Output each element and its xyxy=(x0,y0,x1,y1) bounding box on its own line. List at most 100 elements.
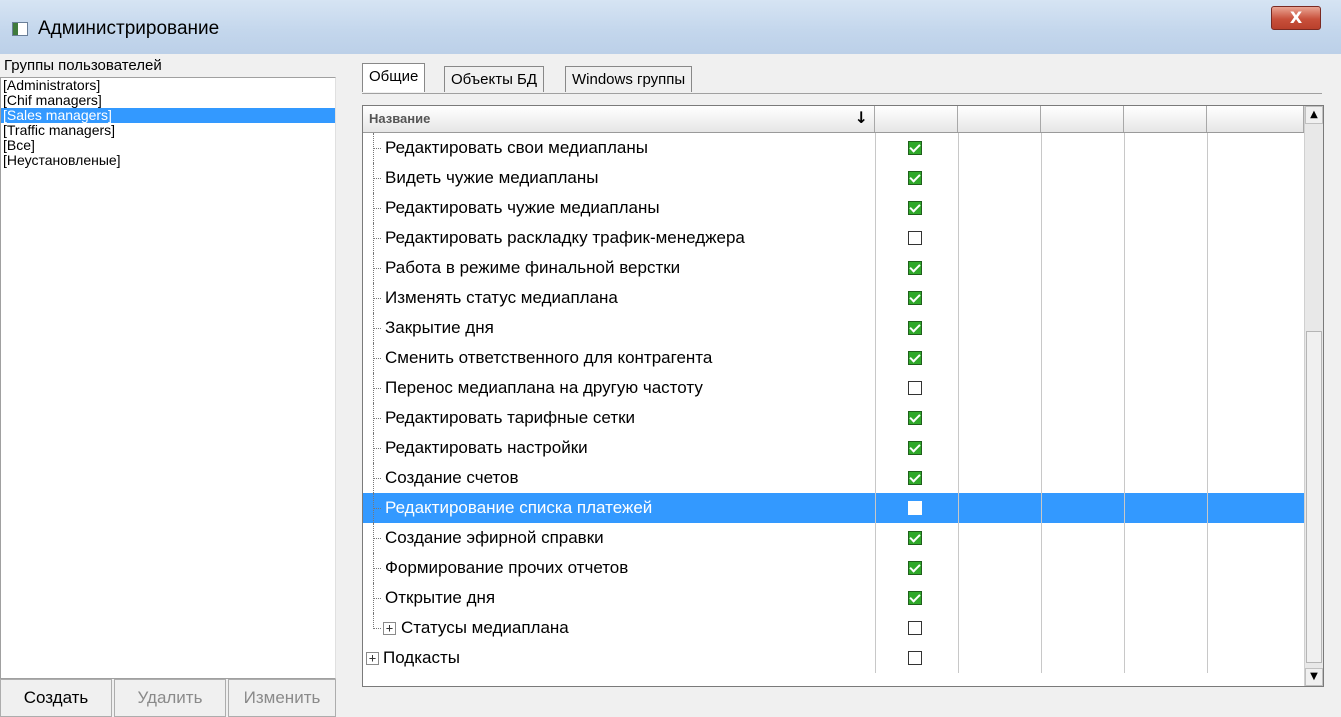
expand-icon[interactable]: + xyxy=(383,622,396,635)
column-divider xyxy=(875,493,876,523)
column-header-name[interactable]: Название ↓ xyxy=(363,106,875,132)
permission-row[interactable]: Формирование прочих отчетов xyxy=(363,553,1304,583)
scroll-up-icon[interactable]: ▲ xyxy=(1305,106,1323,124)
permission-row[interactable]: Редактировать настройки xyxy=(363,433,1304,463)
permission-checkbox[interactable] xyxy=(908,321,922,335)
column-header-1[interactable] xyxy=(875,106,958,132)
permission-checkbox[interactable] xyxy=(908,261,922,275)
permission-row[interactable]: Редактирование списка платежей xyxy=(363,493,1304,523)
group-list-item[interactable]: [Sales managers] xyxy=(1,108,335,123)
permission-row[interactable]: Закрытие дня xyxy=(363,313,1304,343)
delete-button[interactable]: Удалить xyxy=(114,679,226,717)
permission-row[interactable]: Редактировать свои медиапланы xyxy=(363,133,1304,163)
scroll-thumb[interactable] xyxy=(1306,331,1322,663)
group-list-item[interactable]: [Неустановленые] xyxy=(1,153,335,168)
permission-row[interactable]: Открытие дня xyxy=(363,583,1304,613)
group-list-item[interactable]: [Chif managers] xyxy=(1,93,335,108)
permission-checkbox[interactable] xyxy=(908,531,922,545)
permission-checkbox[interactable] xyxy=(908,351,922,365)
column-divider xyxy=(958,583,959,613)
permission-row[interactable]: Создание счетов xyxy=(363,463,1304,493)
permission-checkbox[interactable] xyxy=(908,231,922,245)
permission-checkbox[interactable] xyxy=(908,591,922,605)
column-header-2[interactable] xyxy=(958,106,1041,132)
column-divider xyxy=(875,553,876,583)
column-divider xyxy=(1124,493,1125,523)
column-divider xyxy=(1207,403,1208,433)
permission-row[interactable]: Видеть чужие медиапланы xyxy=(363,163,1304,193)
column-divider xyxy=(1041,133,1042,163)
permission-checkbox[interactable] xyxy=(908,651,922,665)
column-divider xyxy=(875,133,876,163)
permission-label: Редактировать раскладку трафик-менеджера xyxy=(385,228,745,247)
column-divider xyxy=(1041,493,1042,523)
column-divider xyxy=(1124,253,1125,283)
permission-row[interactable]: Создание эфирной справки xyxy=(363,523,1304,553)
column-header-4[interactable] xyxy=(1124,106,1207,132)
column-divider xyxy=(958,553,959,583)
create-button[interactable]: Создать xyxy=(0,679,112,717)
permission-checkbox[interactable] xyxy=(908,441,922,455)
column-divider xyxy=(875,463,876,493)
app-icon xyxy=(12,22,28,36)
column-divider xyxy=(1041,193,1042,223)
permission-checkbox[interactable] xyxy=(908,621,922,635)
user-groups-panel: Группы пользователей [Administrators] [Ch… xyxy=(0,57,346,717)
window-title-bar[interactable]: Администрирование X xyxy=(0,0,1341,54)
grid-header: Название ↓ xyxy=(363,106,1323,133)
tab-db-objects[interactable]: Объекты БД xyxy=(444,66,545,92)
edit-button[interactable]: Изменить xyxy=(228,679,336,717)
vertical-scrollbar[interactable]: ▲ ▼ xyxy=(1304,106,1323,686)
group-list-item[interactable]: [Все] xyxy=(1,138,335,153)
permission-row[interactable]: Работа в режиме финальной верстки xyxy=(363,253,1304,283)
column-divider xyxy=(875,163,876,193)
column-divider xyxy=(958,343,959,373)
column-divider xyxy=(1124,523,1125,553)
tree-line xyxy=(373,613,383,629)
permission-checkbox[interactable] xyxy=(908,141,922,155)
tree-line xyxy=(373,343,383,373)
scroll-down-icon[interactable]: ▼ xyxy=(1305,668,1323,686)
permission-checkbox[interactable] xyxy=(908,291,922,305)
permission-row[interactable]: Изменять статус медиаплана xyxy=(363,283,1304,313)
tab-general[interactable]: Общие xyxy=(362,63,426,92)
column-divider xyxy=(1207,163,1208,193)
permission-row[interactable]: + Статусы медиаплана xyxy=(363,613,1304,643)
column-divider xyxy=(958,523,959,553)
column-divider xyxy=(958,193,959,223)
column-divider xyxy=(1207,613,1208,643)
column-header-3[interactable] xyxy=(1041,106,1124,132)
column-divider xyxy=(1124,583,1125,613)
tab-windows-groups[interactable]: Windows группы xyxy=(565,66,693,92)
permission-row[interactable]: Сменить ответственного для контрагента xyxy=(363,343,1304,373)
column-divider xyxy=(1207,253,1208,283)
permission-row[interactable]: Редактировать раскладку трафик-менеджера xyxy=(363,223,1304,253)
permission-checkbox[interactable] xyxy=(908,501,922,515)
permission-label: Сменить ответственного для контрагента xyxy=(385,348,713,367)
expand-icon[interactable]: + xyxy=(366,652,379,665)
permission-row[interactable]: + Подкасты xyxy=(363,643,1304,673)
tree-line xyxy=(373,283,383,313)
permission-checkbox[interactable] xyxy=(908,381,922,395)
column-divider xyxy=(1124,283,1125,313)
user-groups-list[interactable]: [Administrators] [Chif managers] [Sales ma… xyxy=(0,77,336,679)
permission-checkbox[interactable] xyxy=(908,561,922,575)
permission-row[interactable]: Редактировать чужие медиапланы xyxy=(363,193,1304,223)
permission-checkbox[interactable] xyxy=(908,411,922,425)
permission-row[interactable]: Перенос медиаплана на другую частоту xyxy=(363,373,1304,403)
permission-row[interactable]: Редактировать тарифные сетки xyxy=(363,403,1304,433)
column-divider xyxy=(1041,343,1042,373)
tree-line xyxy=(373,163,383,193)
group-list-item[interactable]: [Traffic managers] xyxy=(1,123,335,138)
tree-line xyxy=(373,193,383,223)
permission-checkbox[interactable] xyxy=(908,201,922,215)
column-header-5[interactable] xyxy=(1207,106,1304,132)
close-button[interactable]: X xyxy=(1271,6,1321,30)
permission-label: Редактировать настройки xyxy=(385,438,588,457)
permissions-grid[interactable]: Название ↓ Редактировать свои медиапланы… xyxy=(362,105,1324,687)
column-divider xyxy=(1041,463,1042,493)
permission-checkbox[interactable] xyxy=(908,171,922,185)
permission-checkbox[interactable] xyxy=(908,471,922,485)
column-divider xyxy=(1124,133,1125,163)
group-list-item[interactable]: [Administrators] xyxy=(1,78,335,93)
